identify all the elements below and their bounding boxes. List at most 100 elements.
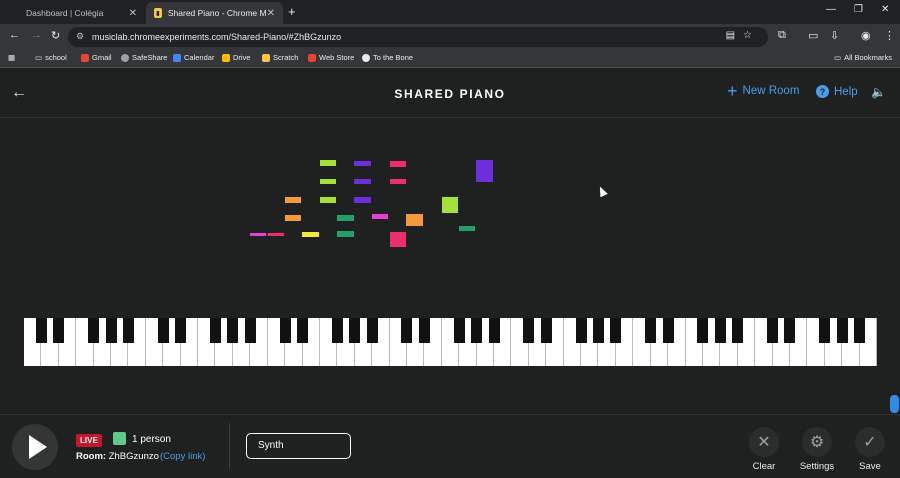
close-icon[interactable]: ✕ [129,8,137,19]
divider [229,423,230,469]
site-info-icon[interactable]: ⚙ [76,31,84,42]
reload-icon[interactable]: ↻ [51,29,60,42]
black-key[interactable] [349,318,361,343]
reading-mode-icon[interactable]: ▤ [726,30,743,41]
note-block [372,214,388,219]
tab-shared-piano[interactable]: ▮ Shared Piano - Chrome Music La ✕ [146,2,283,24]
black-key[interactable] [575,318,587,343]
black-key[interactable] [244,318,256,343]
bookmark-gmail[interactable]: Gmail [81,53,112,62]
bookmark-scratch[interactable]: Scratch [262,53,298,62]
black-key[interactable] [366,318,378,343]
black-key[interactable] [836,318,848,343]
apps-grid-icon[interactable]: ▦ [8,53,15,62]
black-key[interactable] [610,318,622,343]
note-block [250,233,266,236]
help-button[interactable]: ? Help [816,85,858,98]
clear-button[interactable]: ✕ [749,427,779,457]
bookmark-safeshare[interactable]: SafeShare [121,53,167,62]
minimize-icon[interactable]: — [826,4,836,15]
restore-icon[interactable]: ❐ [854,4,863,15]
black-key[interactable] [819,318,831,343]
settings-button[interactable]: ⚙ [802,427,832,457]
black-key[interactable] [209,318,221,343]
black-key[interactable] [331,318,343,343]
bookmark-to-the-bone[interactable]: To the Bone [362,53,413,62]
note-block [302,232,319,237]
black-key[interactable] [35,318,47,343]
profile-avatar-icon[interactable]: ◉ [861,29,871,42]
black-key[interactable] [697,318,709,343]
note-block [268,233,284,236]
black-key[interactable] [297,318,309,343]
extensions-icon[interactable]: ⧉ [778,29,786,42]
note-block [285,197,301,203]
black-key[interactable] [592,318,604,343]
tab-dashboard[interactable]: Dashboard | Colégia ✕ [0,2,145,24]
new-room-button[interactable]: + New Room [727,82,799,100]
note-block [337,231,354,237]
black-key[interactable] [732,318,744,343]
black-key[interactable] [105,318,117,343]
play-button[interactable] [12,424,58,470]
copy-link[interactable]: (Copy link) [160,451,205,462]
black-key[interactable] [401,318,413,343]
scrollbar-thumb[interactable] [890,395,899,413]
scrollbar[interactable] [888,119,900,414]
menu-kebab-icon[interactable]: ⋮ [884,29,895,42]
black-key[interactable] [854,318,866,343]
bookmark-school[interactable]: ▭ school [35,53,67,62]
forward-icon[interactable]: → [31,29,42,41]
black-key[interactable] [279,318,291,343]
check-icon: ✓ [863,434,877,451]
piano-keyboard[interactable] [24,318,877,366]
speaker-icon[interactable]: 🔈 [871,85,886,99]
instrument-select[interactable]: Synth [246,433,351,459]
bookmark-web-store[interactable]: Web Store [308,53,354,62]
black-key[interactable] [645,318,657,343]
safeshare-icon [121,53,129,62]
close-icon: ✕ [757,434,771,451]
black-key[interactable] [453,318,465,343]
note-block [320,160,336,166]
bookmark-calendar[interactable]: Calendar [173,53,214,62]
black-key[interactable] [488,318,500,343]
all-bookmarks[interactable]: ▭ All Bookmarks [834,53,892,62]
black-key[interactable] [88,318,100,343]
bookmark-label: SafeShare [132,53,168,62]
download-icon[interactable]: ⇩ [830,29,839,42]
black-key[interactable] [157,318,169,343]
black-key[interactable] [767,318,779,343]
to-the-bone-icon [362,53,370,62]
save-button[interactable]: ✓ [855,427,885,457]
note-block [459,226,475,231]
music-lab-favicon-icon: ▮ [154,8,162,18]
back-icon[interactable]: ← [9,29,20,41]
bookmarks-bar: ▦ ▭ school Gmail SafeShare Calendar Drive… [0,50,900,68]
address-bar[interactable]: ⚙ musiclab.chromeexperiments.com/Shared-… [68,27,768,47]
black-key[interactable] [175,318,187,343]
save-label: Save [859,461,881,472]
bookmark-label: To the Bone [373,53,414,62]
black-key[interactable] [662,318,674,343]
black-key[interactable] [784,318,796,343]
window-close-icon[interactable]: ✕ [881,4,889,15]
black-key[interactable] [540,318,552,343]
bookmark-star-icon[interactable]: ☆ [743,30,760,41]
tab-title: Shared Piano - Chrome Music La [167,8,267,18]
people-count: 1 person [132,434,171,445]
black-key[interactable] [418,318,430,343]
bookmark-label: Scratch [273,53,299,62]
close-icon[interactable]: ✕ [267,8,275,19]
black-key[interactable] [471,318,483,343]
bookmark-drive[interactable]: Drive [222,53,251,62]
black-key[interactable] [53,318,65,343]
user-avatar-icon [113,432,126,445]
black-key[interactable] [523,318,535,343]
black-key[interactable] [714,318,726,343]
black-key[interactable] [227,318,239,343]
black-key[interactable] [122,318,134,343]
cast-icon[interactable]: ▭ [808,29,818,42]
new-tab-icon[interactable]: + [288,4,296,19]
bookmark-label: Drive [233,53,251,62]
